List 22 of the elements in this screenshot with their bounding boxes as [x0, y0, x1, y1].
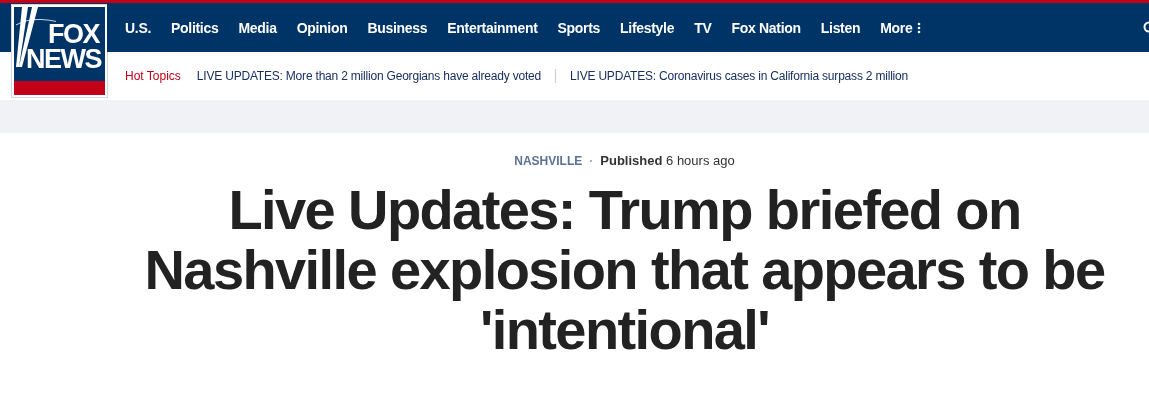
nav-link[interactable]: Politics — [171, 19, 219, 36]
nav-link[interactable]: Sports — [557, 19, 601, 36]
nav-link[interactable]: Listen — [820, 19, 861, 36]
nav-link[interactable]: Opinion — [296, 19, 348, 36]
logo-text: NEWS — [26, 47, 101, 72]
published-time: Published 6 hours ago — [600, 153, 735, 168]
nav-link[interactable]: Media — [238, 19, 277, 36]
headline: Live Updates: Trump briefed on Nashville explosion that appears to be 'intentional' — [143, 180, 1106, 360]
nav-link[interactable]: Fox Nation — [731, 19, 801, 36]
nav-link[interactable]: Lifestyle — [620, 19, 675, 36]
hot-topics-label: Hot Topics — [125, 69, 181, 83]
logo-text: FOX — [48, 22, 99, 47]
topic-link[interactable]: LIVE UPDATES: More than 2 million Georgians have already voted — [196, 69, 542, 83]
nav-link[interactable]: Business — [367, 19, 428, 36]
nav-link[interactable]: U.S. — [125, 19, 152, 36]
kebab-icon — [917, 21, 922, 34]
nav-link[interactable]: Entertainment — [447, 19, 538, 36]
fox-news-logo[interactable]: FOX NEWS — [12, 5, 107, 97]
more-menu[interactable]: More — [880, 19, 922, 36]
nav-link[interactable]: TV — [694, 19, 712, 36]
category-link[interactable]: NASHVILLE — [514, 153, 583, 168]
topic-link[interactable]: LIVE UPDATES: Coronavirus cases in California surpass 2 million — [555, 69, 909, 83]
